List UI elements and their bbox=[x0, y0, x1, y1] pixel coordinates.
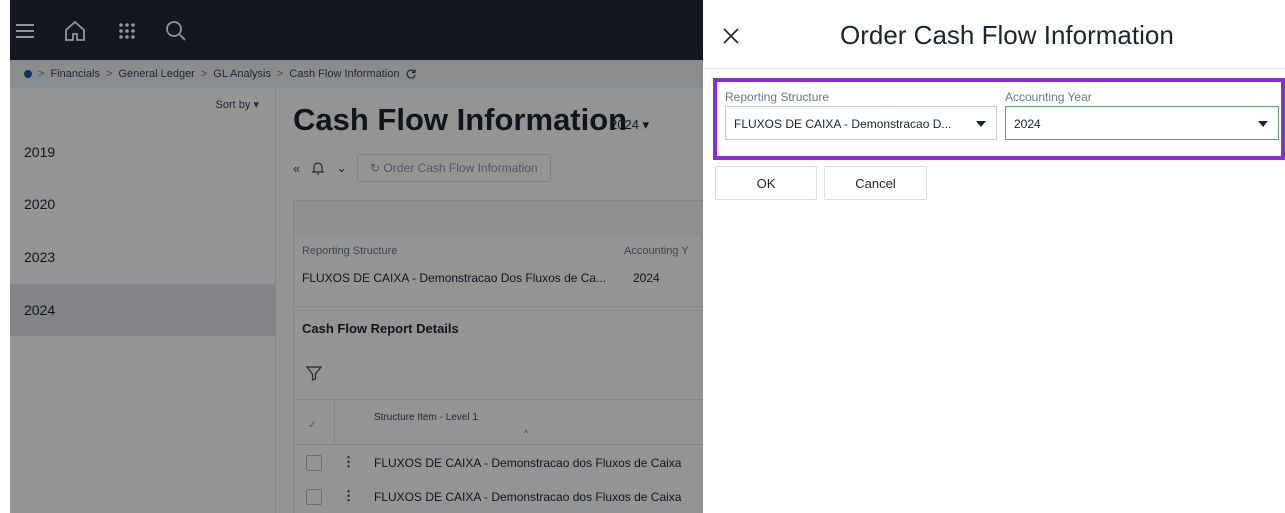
ok-button[interactable]: OK bbox=[715, 166, 817, 200]
app-window: > Financials > General Ledger > GL Analy… bbox=[10, 0, 1285, 513]
dropdown-caret-icon[interactable] bbox=[976, 121, 986, 127]
reporting-structure-field-label: Reporting Structure bbox=[725, 90, 830, 104]
close-icon[interactable] bbox=[721, 26, 741, 46]
dialog-title: Order Cash Flow Information bbox=[840, 20, 1174, 50]
dropdown-caret-icon[interactable] bbox=[1258, 121, 1268, 127]
reporting-structure-select-value: FLUXOS DE CAIXA - Demonstracao D... bbox=[734, 117, 952, 131]
dialog-divider bbox=[703, 68, 1285, 69]
cancel-button[interactable]: Cancel bbox=[824, 166, 927, 200]
order-cash-flow-dialog: Order Cash Flow Information Reporting St… bbox=[703, 0, 1285, 513]
reporting-structure-select[interactable]: FLUXOS DE CAIXA - Demonstracao D... bbox=[725, 106, 997, 140]
accounting-year-field-label: Accounting Year bbox=[1005, 90, 1092, 104]
accounting-year-select[interactable]: 2024 bbox=[1005, 106, 1279, 140]
accounting-year-select-value: 2024 bbox=[1014, 117, 1041, 131]
